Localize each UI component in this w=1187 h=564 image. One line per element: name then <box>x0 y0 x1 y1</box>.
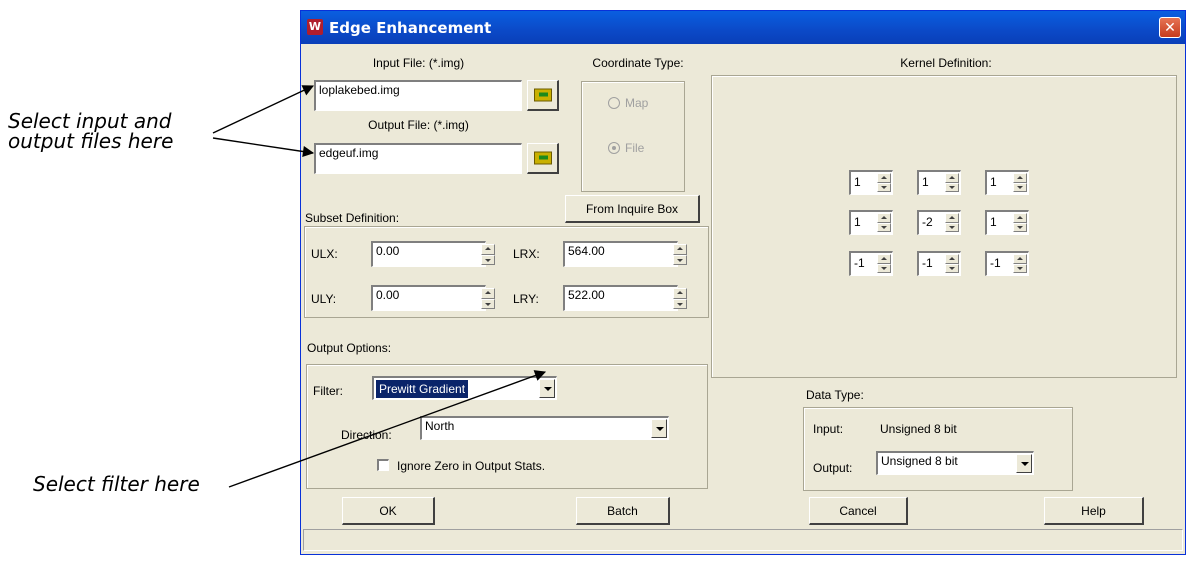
data-type-output-label: Output: <box>813 461 853 475</box>
coordinate-map-label: Map <box>625 96 649 110</box>
callout-filter: Select filter here <box>33 472 200 496</box>
chevron-down-icon[interactable] <box>651 419 667 438</box>
batch-button[interactable]: Batch <box>576 497 670 525</box>
kernel-cell-r1c1[interactable]: 1 <box>849 170 893 195</box>
coordinate-type-label: Coordinate Type: <box>592 56 684 70</box>
filter-label: Filter: <box>313 384 343 398</box>
ignore-zero-label: Ignore Zero in Output Stats. <box>397 459 546 473</box>
input-file-label: Input File: (*.img) <box>372 56 465 70</box>
cancel-button[interactable]: Cancel <box>809 497 908 525</box>
callout-input-line1: Select input and <box>8 109 172 133</box>
ulx-spinner[interactable] <box>481 244 495 265</box>
title-bar[interactable]: W Edge Enhancement ✕ <box>301 11 1185 44</box>
data-type-output-selected: Unsigned 8 bit <box>881 454 958 468</box>
lrx-field[interactable]: 564.00 <box>563 241 678 267</box>
uly-field[interactable]: 0.00 <box>371 285 486 311</box>
dialog-title: Edge Enhancement <box>329 19 492 37</box>
close-button[interactable]: ✕ <box>1159 17 1181 38</box>
edge-enhancement-dialog: W Edge Enhancement ✕ Input File: (*.img)… <box>300 10 1186 555</box>
folder-icon <box>533 88 552 102</box>
callout-input-line2: output files here <box>8 129 174 153</box>
lry-label: LRY: <box>513 292 539 306</box>
direction-label: Direction: <box>341 428 392 442</box>
lrx-spinner[interactable] <box>673 244 687 265</box>
status-bar <box>303 529 1183 551</box>
subset-definition-label: Subset Definition: <box>305 211 400 225</box>
app-icon: W <box>307 19 323 35</box>
input-file-browse-button[interactable] <box>527 80 559 111</box>
close-icon: ✕ <box>1164 20 1176 36</box>
input-file-field[interactable]: loplakebed.img <box>314 80 522 111</box>
output-file-browse-button[interactable] <box>527 143 559 174</box>
uly-label: ULY: <box>311 292 337 306</box>
kernel-cell-r1c2[interactable]: 1 <box>917 170 961 195</box>
ulx-field[interactable]: 0.00 <box>371 241 486 267</box>
data-type-input-label: Input: <box>813 422 844 436</box>
kernel-definition-label: Kernel Definition: <box>900 56 992 70</box>
ulx-label: ULX: <box>311 247 338 261</box>
kernel-cell-r3c2[interactable]: -1 <box>917 251 961 276</box>
coordinate-file-label: File <box>625 141 645 155</box>
from-inquire-box-button[interactable]: From Inquire Box <box>565 195 700 223</box>
lry-spinner[interactable] <box>673 288 687 309</box>
data-type-label: Data Type: <box>806 388 864 402</box>
coordinate-map-radio[interactable] <box>608 97 620 109</box>
lrx-label: LRX: <box>513 247 540 261</box>
kernel-cell-r3c3[interactable]: -1 <box>985 251 1029 276</box>
kernel-cell-r1c3[interactable]: 1 <box>985 170 1029 195</box>
direction-selected-value: North <box>425 419 455 433</box>
coordinate-file-radio[interactable] <box>608 142 620 154</box>
ignore-zero-checkbox[interactable] <box>377 459 389 471</box>
data-type-input-value: Unsigned 8 bit <box>880 422 957 436</box>
direction-dropdown[interactable]: North <box>420 416 669 440</box>
filter-dropdown[interactable]: Prewitt Gradient <box>372 376 557 400</box>
data-type-group <box>803 407 1073 491</box>
arrow-to-input-file <box>212 85 315 134</box>
arrow-to-output-file <box>212 137 315 158</box>
kernel-cell-r2c1[interactable]: 1 <box>849 210 893 235</box>
help-button[interactable]: Help <box>1044 497 1144 525</box>
kernel-cell-r3c1[interactable]: -1 <box>849 251 893 276</box>
output-file-field[interactable]: edgeuf.img <box>314 143 522 174</box>
chevron-down-icon[interactable] <box>539 379 555 398</box>
kernel-cell-r2c3[interactable]: 1 <box>985 210 1029 235</box>
ok-button[interactable]: OK <box>342 497 435 525</box>
kernel-cell-r2c2[interactable]: -2 <box>917 210 961 235</box>
output-options-label: Output Options: <box>307 341 392 355</box>
chevron-down-icon[interactable] <box>1016 454 1032 473</box>
output-file-label: Output File: (*.img) <box>368 118 469 132</box>
uly-spinner[interactable] <box>481 288 495 309</box>
data-type-output-dropdown[interactable]: Unsigned 8 bit <box>876 451 1034 475</box>
filter-selected-value: Prewitt Gradient <box>376 380 469 398</box>
lry-field[interactable]: 522.00 <box>563 285 678 311</box>
folder-icon <box>533 151 552 165</box>
